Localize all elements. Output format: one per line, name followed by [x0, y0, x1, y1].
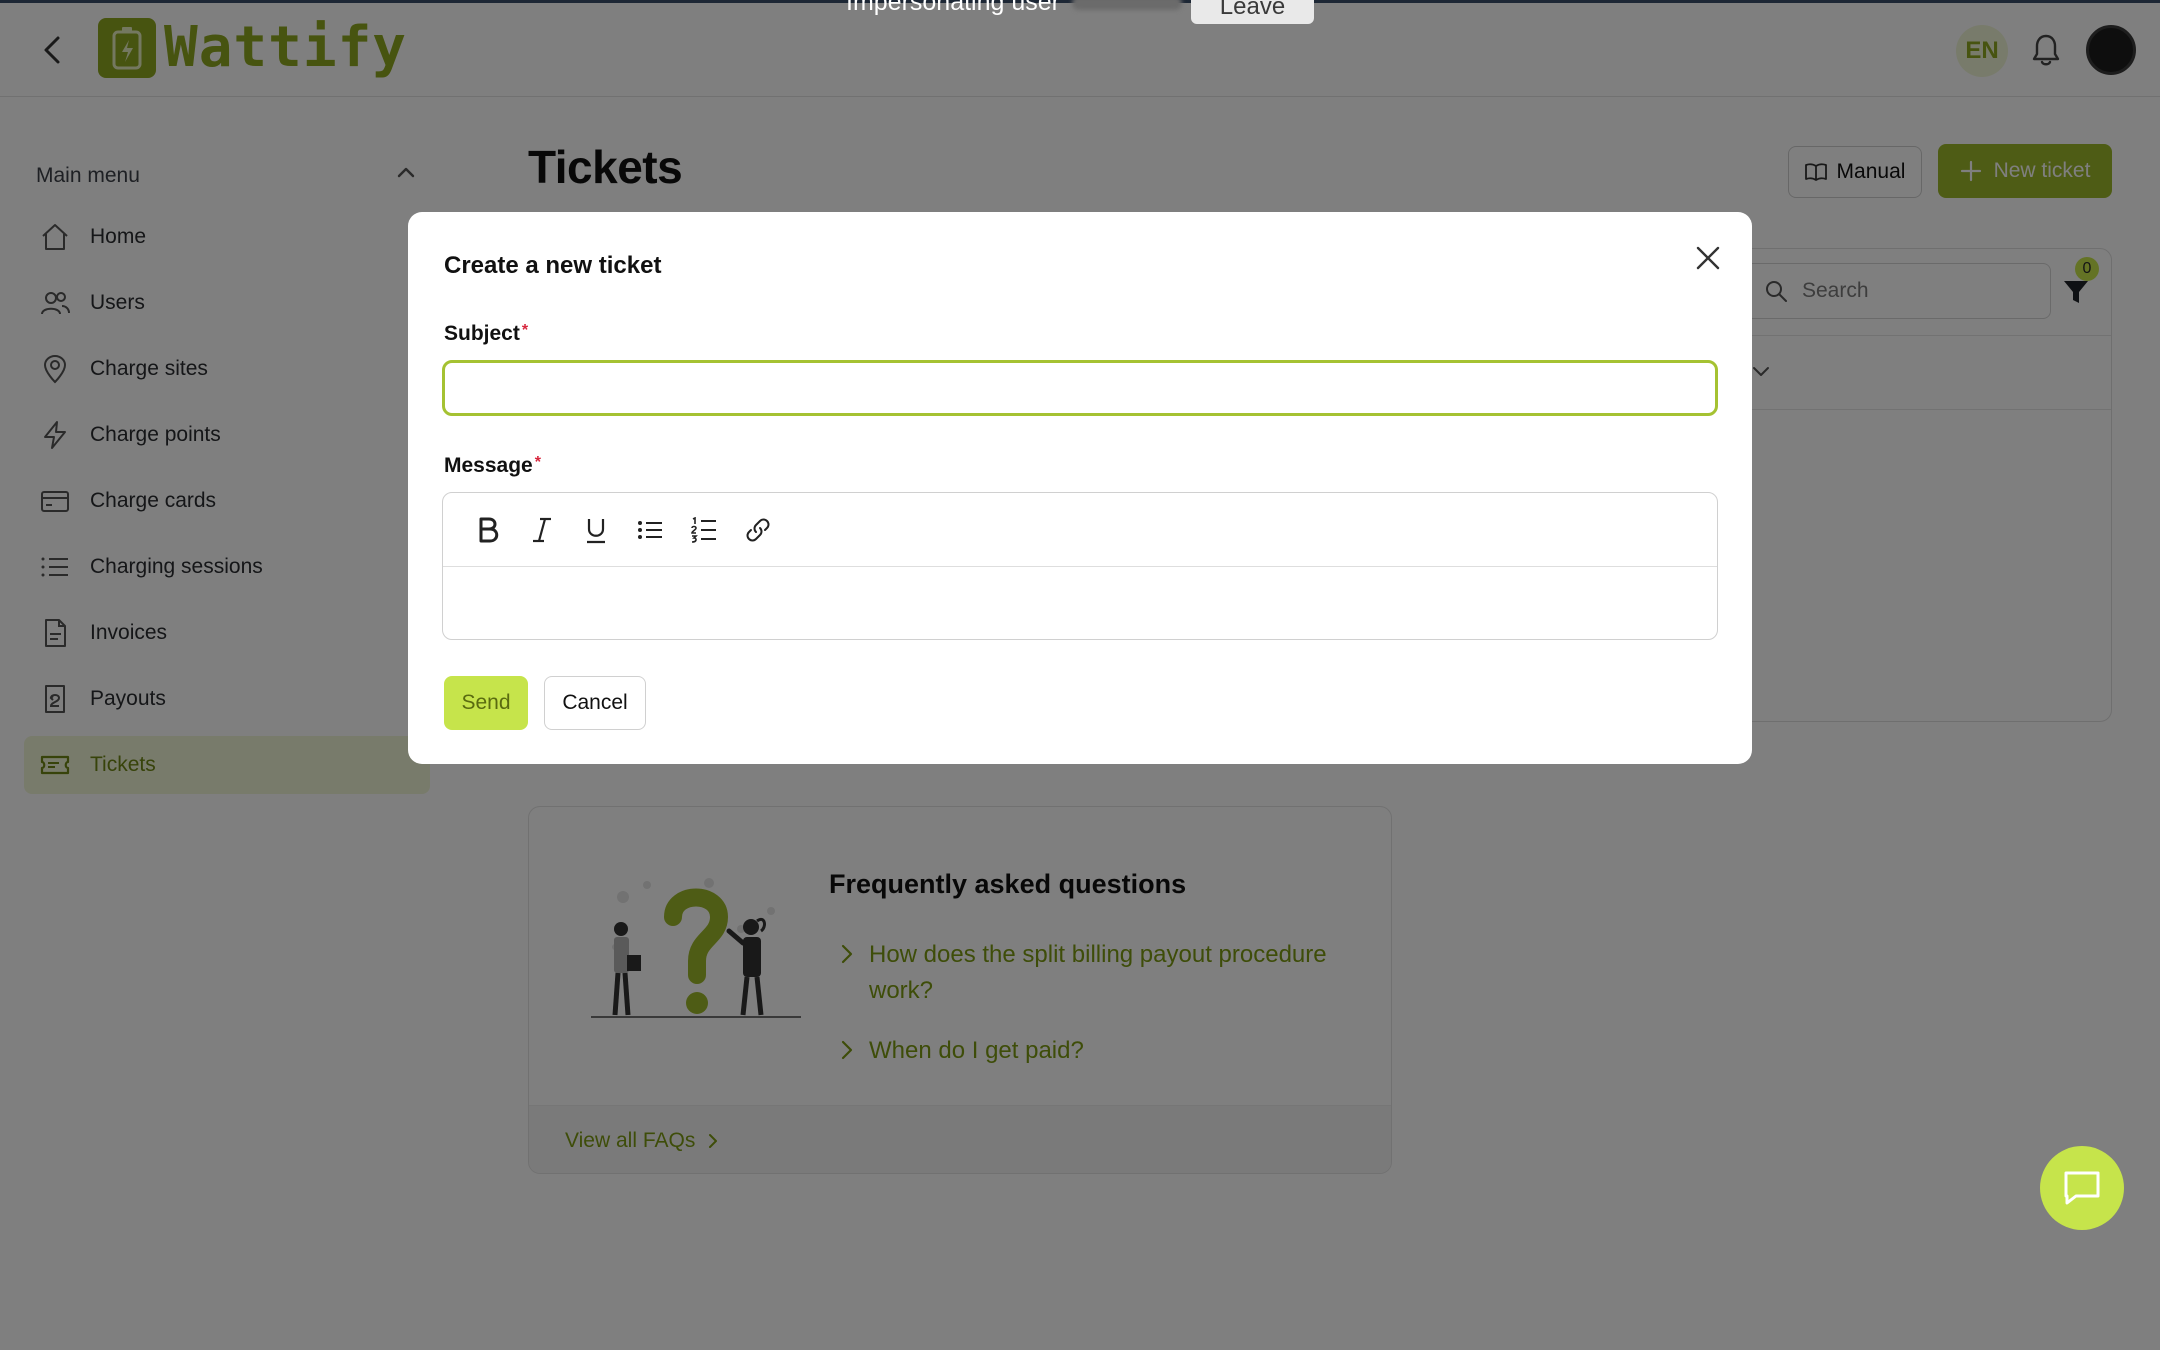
- required-mark: *: [534, 454, 541, 471]
- send-button[interactable]: Send: [444, 676, 528, 730]
- bullet-list-icon: [638, 520, 662, 539]
- impersonation-label: Impersonating user: [846, 0, 1061, 16]
- close-icon: [1696, 246, 1720, 270]
- chat-bubble-icon: [2064, 1171, 2100, 1205]
- italic-button[interactable]: [515, 508, 569, 552]
- bullet-list-button[interactable]: [623, 508, 677, 552]
- modal-title: Create a new ticket: [444, 252, 662, 279]
- create-ticket-modal: Create a new ticket Subject* Message*: [408, 212, 1752, 764]
- chat-button[interactable]: [2040, 1146, 2124, 1230]
- link-icon: [746, 518, 770, 541]
- subject-label: Subject *: [444, 322, 528, 346]
- bold-button[interactable]: [461, 508, 515, 552]
- underline-button[interactable]: [569, 508, 623, 552]
- leave-impersonation-button[interactable]: Leave: [1191, 0, 1314, 24]
- impersonated-user-name: [1072, 0, 1183, 11]
- subject-label-text: Subject: [444, 322, 520, 345]
- subject-input[interactable]: [442, 360, 1718, 416]
- numbered-list-button[interactable]: [677, 508, 731, 552]
- link-button[interactable]: [731, 508, 785, 552]
- message-editor: [442, 492, 1718, 640]
- impersonation-text: Impersonating user: [846, 0, 1183, 17]
- message-label-text: Message: [444, 454, 533, 477]
- required-mark: *: [521, 322, 529, 339]
- numbered-list-icon: [691, 516, 716, 543]
- message-input[interactable]: [443, 567, 1717, 639]
- editor-toolbar: [443, 493, 1717, 567]
- italic-icon: [533, 517, 551, 542]
- underline-icon: [587, 518, 605, 543]
- message-label: Message *: [444, 454, 541, 478]
- app: Wattify EN Main menu Home Users Charge s…: [0, 0, 2160, 1350]
- bold-icon: [479, 517, 499, 542]
- cancel-button[interactable]: Cancel: [544, 676, 646, 730]
- close-button[interactable]: [1690, 240, 1726, 276]
